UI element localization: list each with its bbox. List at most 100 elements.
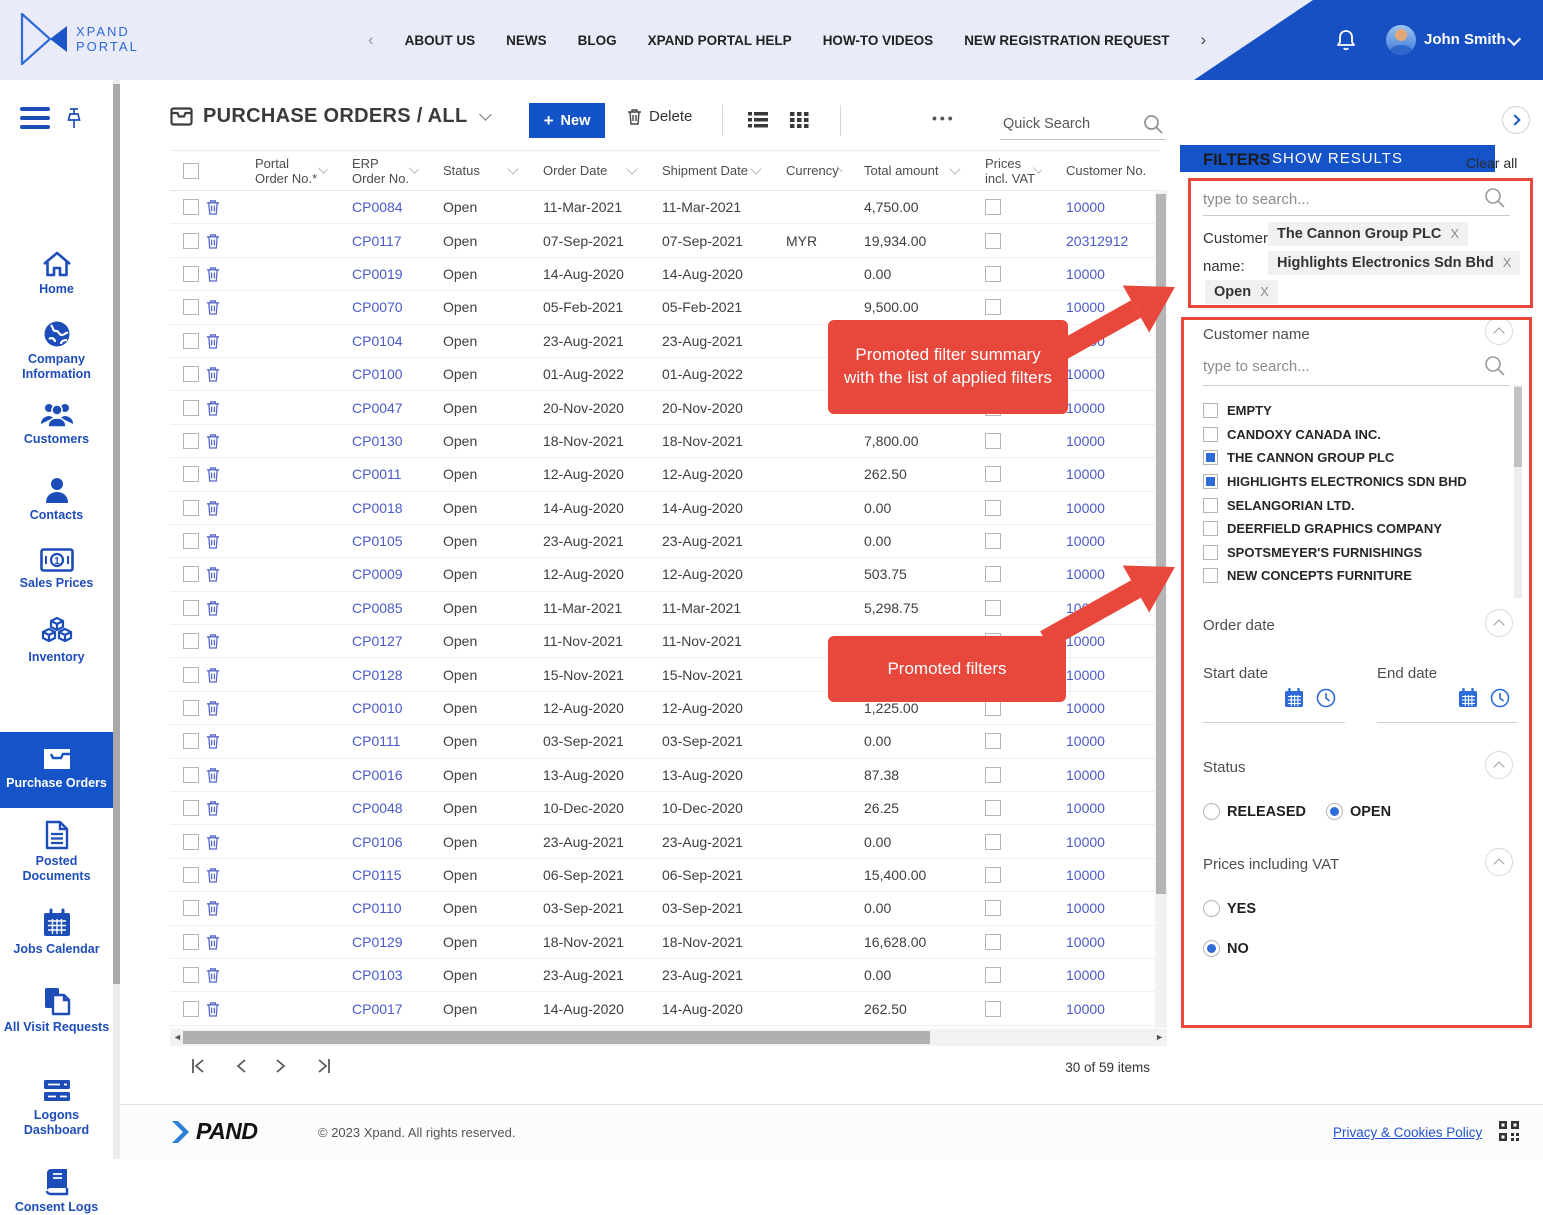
sidebar-item-logons-dashboard[interactable]: Logons Dashboard	[0, 1078, 113, 1138]
row-delete-trash-icon[interactable]	[206, 667, 220, 683]
row-checkbox[interactable]	[183, 900, 199, 916]
cell-customer-no-link[interactable]: 10000	[1066, 1001, 1160, 1017]
search-icon[interactable]	[1142, 113, 1164, 135]
cell-erp-order-no-link[interactable]: CP0117	[352, 233, 443, 249]
cell-erp-order-no-link[interactable]: CP0106	[352, 834, 443, 850]
nav-scroll-left-icon[interactable]: ‹	[368, 30, 374, 50]
cell-vat-checkbox[interactable]	[985, 767, 1001, 783]
sidebar-item-all-visit-requests[interactable]: All Visit Requests	[0, 986, 113, 1035]
cell-erp-order-no-link[interactable]: CP0127	[352, 633, 443, 649]
cell-erp-order-no-link[interactable]: CP0070	[352, 299, 443, 315]
option-checkbox[interactable]	[1203, 403, 1218, 418]
option-checkbox[interactable]	[1203, 450, 1218, 465]
calendar-picker-icon[interactable]	[1458, 688, 1478, 708]
customer-list-scrollbar[interactable]	[1514, 385, 1522, 598]
cell-customer-no-link[interactable]: 10000	[1066, 733, 1160, 749]
cell-customer-no-link[interactable]: 10000	[1066, 199, 1160, 215]
cell-customer-no-link[interactable]: 10000	[1066, 800, 1160, 816]
cell-customer-no-link[interactable]: 10000	[1066, 400, 1160, 416]
search-icon[interactable]	[1483, 354, 1507, 383]
row-checkbox[interactable]	[183, 867, 199, 883]
row-checkbox[interactable]	[183, 199, 199, 215]
cell-erp-order-no-link[interactable]: CP0009	[352, 566, 443, 582]
cell-erp-order-no-link[interactable]: CP0019	[352, 266, 443, 282]
row-delete-trash-icon[interactable]	[206, 333, 220, 349]
row-checkbox[interactable]	[183, 600, 199, 616]
cell-vat-checkbox[interactable]	[985, 500, 1001, 516]
sidebar-item-contacts[interactable]: Contacts	[0, 476, 113, 523]
option-checkbox[interactable]	[1203, 545, 1218, 560]
time-picker-icon[interactable]	[1490, 688, 1510, 708]
next-page-button[interactable]	[274, 1056, 288, 1081]
cell-vat-checkbox[interactable]	[985, 733, 1001, 749]
customer-name-option[interactable]: THE CANNON GROUP PLC	[1203, 446, 1503, 470]
row-delete-trash-icon[interactable]	[206, 700, 220, 716]
row-checkbox[interactable]	[183, 433, 199, 449]
row-delete-trash-icon[interactable]	[206, 934, 220, 950]
filter-summary-search-placeholder[interactable]: type to search...	[1203, 191, 1310, 208]
cell-vat-checkbox[interactable]	[985, 199, 1001, 215]
row-delete-trash-icon[interactable]	[206, 633, 220, 649]
cell-vat-checkbox[interactable]	[985, 967, 1001, 983]
cell-vat-checkbox[interactable]	[985, 266, 1001, 282]
sidebar-scrollbar[interactable]	[113, 80, 120, 1159]
option-checkbox[interactable]	[1203, 521, 1218, 536]
qr-code-icon[interactable]	[1498, 1120, 1520, 1142]
row-delete-trash-icon[interactable]	[206, 834, 220, 850]
row-delete-trash-icon[interactable]	[206, 900, 220, 916]
scroll-left-arrow-icon[interactable]: ◄	[173, 1032, 182, 1042]
avatar[interactable]	[1386, 25, 1416, 55]
cell-customer-no-link[interactable]: 10000	[1066, 834, 1160, 850]
row-delete-trash-icon[interactable]	[206, 800, 220, 816]
cell-erp-order-no-link[interactable]: CP0010	[352, 700, 443, 716]
remove-chip-icon[interactable]: X	[1450, 226, 1459, 241]
cell-customer-no-link[interactable]: 20312912	[1066, 233, 1160, 249]
customer-name-search-placeholder[interactable]: type to search...	[1203, 358, 1310, 375]
row-delete-trash-icon[interactable]	[206, 366, 220, 382]
xpand-portal-logo[interactable]: XPAND PORTAL	[20, 13, 139, 65]
row-checkbox[interactable]	[183, 500, 199, 516]
time-picker-icon[interactable]	[1316, 688, 1336, 708]
customer-name-option[interactable]: EMPTY	[1203, 399, 1503, 423]
remove-chip-icon[interactable]: X	[1503, 255, 1512, 270]
previous-page-button[interactable]	[234, 1056, 248, 1081]
remove-chip-icon[interactable]: X	[1260, 284, 1269, 299]
row-checkbox[interactable]	[183, 800, 199, 816]
row-delete-trash-icon[interactable]	[206, 967, 220, 983]
customer-name-option[interactable]: CANDOXY CANADA INC.	[1203, 423, 1503, 447]
option-checkbox[interactable]	[1203, 427, 1218, 442]
nav-item-howto-videos[interactable]: HOW-TO VIDEOS	[823, 33, 934, 48]
grid-view-icon[interactable]	[790, 111, 809, 129]
sidebar-item-posted-documents[interactable]: Posted Documents	[0, 820, 113, 884]
collapse-filters-button[interactable]	[1502, 106, 1530, 134]
nav-item-new-registration[interactable]: NEW REGISTRATION REQUEST	[964, 33, 1169, 48]
sidebar-item-consent-logs[interactable]: Consent Logs	[0, 1166, 113, 1215]
row-checkbox[interactable]	[183, 233, 199, 249]
option-checkbox[interactable]	[1203, 474, 1218, 489]
collapse-order-date-button[interactable]	[1485, 609, 1513, 637]
sidebar-item-sales-prices[interactable]: 1 Sales Prices	[0, 548, 113, 591]
row-checkbox[interactable]	[183, 733, 199, 749]
cell-customer-no-link[interactable]: 10000	[1066, 967, 1160, 983]
row-checkbox[interactable]	[183, 400, 199, 416]
privacy-policy-link[interactable]: Privacy & Cookies Policy	[1333, 1125, 1482, 1140]
cell-customer-no-link[interactable]: 10000	[1066, 767, 1160, 783]
cell-vat-checkbox[interactable]	[985, 566, 1001, 582]
cell-erp-order-no-link[interactable]: CP0129	[352, 934, 443, 950]
select-all-checkbox[interactable]	[183, 163, 199, 179]
row-delete-trash-icon[interactable]	[206, 466, 220, 482]
cell-customer-no-link[interactable]: 10000	[1066, 900, 1160, 916]
cell-erp-order-no-link[interactable]: CP0111	[352, 733, 443, 749]
row-delete-trash-icon[interactable]	[206, 500, 220, 516]
customer-name-option[interactable]: SPOTSMEYER'S FURNISHINGS	[1203, 541, 1503, 565]
row-checkbox[interactable]	[183, 767, 199, 783]
row-checkbox[interactable]	[183, 834, 199, 850]
sort-chevron-icon[interactable]	[949, 163, 960, 174]
notifications-bell-icon[interactable]	[1335, 28, 1357, 57]
row-checkbox[interactable]	[183, 299, 199, 315]
sidebar-item-company-information[interactable]: Company Information	[0, 320, 113, 382]
customer-name-option[interactable]: DEERFIELD GRAPHICS COMPANY	[1203, 517, 1503, 541]
menu-hamburger-icon[interactable]	[20, 107, 50, 134]
cell-erp-order-no-link[interactable]: CP0085	[352, 600, 443, 616]
row-checkbox[interactable]	[183, 266, 199, 282]
